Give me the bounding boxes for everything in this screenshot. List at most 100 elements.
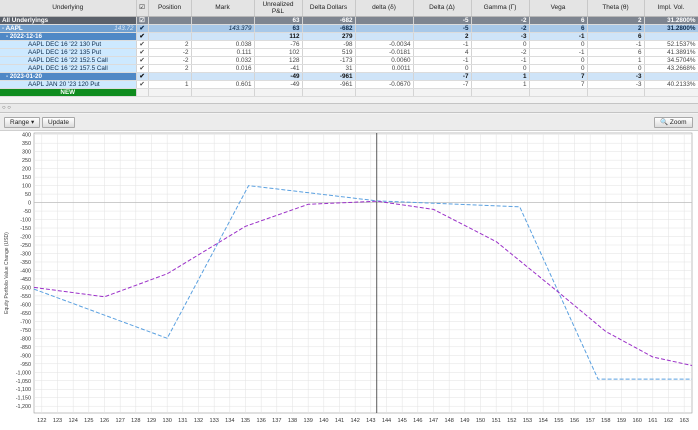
row-name-label: AAPL JAN 20 '23 120 Put <box>28 80 100 88</box>
cell-delta: -5 <box>413 16 472 25</box>
cell-vega <box>529 88 588 97</box>
x-tick-label: 143 <box>366 418 375 424</box>
x-tick-label: 134 <box>225 418 234 424</box>
cell-theta: 2 <box>587 24 645 33</box>
aapl-row[interactable]: - AAPL 143.72 ✔ 143.379 63 -682 -5 -2 6 2 31.2800% <box>0 24 698 33</box>
y-tick-label: -250 <box>20 243 31 249</box>
cell-gamma: 0 <box>471 40 530 49</box>
row-checkbox[interactable]: ✔ <box>136 48 149 57</box>
cell-iv <box>644 72 698 81</box>
cell-delta: -1 <box>413 56 472 65</box>
col-theta-header[interactable]: Theta (θ) <box>587 0 645 17</box>
zoom-button[interactable]: 🔍 Zoom <box>654 117 693 128</box>
row-checkbox[interactable]: ✔ <box>136 56 149 65</box>
row-checkbox[interactable]: ✔ <box>136 32 149 41</box>
col-delta-header[interactable]: Delta (Δ) <box>413 0 472 17</box>
cell-vega: -1 <box>529 48 588 57</box>
position-row[interactable]: AAPL DEC 16 '22 135 Put ✔ -2 0.111 102 519 -0.… <box>0 48 698 57</box>
col-delta-small-header[interactable]: delta (δ) <box>355 0 414 17</box>
y-tick-label: -450 <box>20 277 31 283</box>
cell-position <box>148 16 192 25</box>
x-tick-label: 139 <box>303 418 312 424</box>
y-tick-label: -1,100 <box>16 387 31 393</box>
positions-table: Underlying ☑ Position Mark Unrealized P&L Del… <box>0 0 698 97</box>
cell-dd: -961 <box>302 72 356 81</box>
y-tick-label: 300 <box>22 150 31 156</box>
x-tick-label: 146 <box>413 418 422 424</box>
row-name-label: AAPL DEC 16 '22 152.5 Call <box>28 56 108 64</box>
row-name-cell: AAPL JAN 20 '23 120 Put <box>0 80 137 89</box>
cell-position: -2 <box>148 48 192 57</box>
row-checkbox[interactable] <box>136 88 149 97</box>
x-tick-label: 127 <box>115 418 124 424</box>
col-mark-header[interactable]: Mark <box>191 0 255 17</box>
cell-dd: -682 <box>302 24 356 33</box>
cell-mark: 0.111 <box>191 48 255 57</box>
row-name-cell[interactable]: NEW <box>0 88 137 97</box>
exp-row[interactable]: - 2023-01-20 ✔ -49 -961 -7 1 7 -3 <box>0 72 698 81</box>
x-tick-label: 145 <box>397 418 406 424</box>
y-tick-label: 200 <box>22 167 31 173</box>
col-delta-dollars-header[interactable]: Delta Dollars <box>302 0 356 17</box>
row-name-label: - 2022-12-16 <box>6 32 43 40</box>
underlying-price-label: 143.72 <box>114 24 134 32</box>
x-tick-label: 123 <box>53 418 62 424</box>
cell-vega: 7 <box>529 72 588 81</box>
new-row[interactable]: NEW <box>0 88 698 97</box>
cell-mark: 0.016 <box>191 64 255 73</box>
position-row[interactable]: AAPL DEC 16 '22 152.5 Call ✔ -2 0.032 128 -17… <box>0 56 698 65</box>
row-name-cell: - AAPL 143.72 <box>0 24 137 33</box>
table-header-row: Underlying ☑ Position Mark Unrealized P&L Del… <box>0 0 698 17</box>
x-tick-label: 137 <box>272 418 281 424</box>
cell-delta: 0 <box>413 64 472 73</box>
col-select-header[interactable]: ☑ <box>136 0 149 17</box>
col-vega-header[interactable]: Vega <box>529 0 588 17</box>
row-checkbox[interactable]: ✔ <box>136 24 149 33</box>
col-position-header[interactable]: Position <box>148 0 192 17</box>
x-tick-label: 150 <box>476 418 485 424</box>
y-tick-label: -300 <box>20 251 31 257</box>
cell-mark: 0.038 <box>191 40 255 49</box>
cell-vega: 6 <box>529 16 588 25</box>
cell-delta-small <box>355 72 414 81</box>
cell-upl: 63 <box>254 24 303 33</box>
x-tick-label: 153 <box>523 418 532 424</box>
row-name-cell: - 2023-01-20 <box>0 72 137 81</box>
x-tick-label: 126 <box>100 418 109 424</box>
row-name-label: AAPL DEC 16 '22 130 Put <box>28 40 102 48</box>
y-axis-title: Equity Portfolio Value Change (USD) <box>4 232 10 314</box>
exp-row[interactable]: - 2022-12-16 ✔ 112 279 2 -3 -1 6 <box>0 32 698 41</box>
cell-theta: 6 <box>587 32 645 41</box>
cell-gamma: 0 <box>471 64 530 73</box>
x-tick-label: 149 <box>460 418 469 424</box>
all-row[interactable]: All Underlyings ☑ 63 -682 -5 -2 6 2 31.2800% <box>0 16 698 25</box>
cell-iv: 34.5704% <box>644 56 698 65</box>
y-tick-label: -800 <box>20 336 31 342</box>
x-tick-label: 129 <box>147 418 156 424</box>
row-checkbox[interactable]: ✔ <box>136 80 149 89</box>
row-checkbox[interactable]: ☑ <box>136 16 149 25</box>
update-button[interactable]: Update <box>42 117 75 128</box>
row-checkbox[interactable]: ✔ <box>136 72 149 81</box>
x-tick-label: 160 <box>632 418 641 424</box>
cell-dd: 279 <box>302 32 356 41</box>
row-checkbox[interactable]: ✔ <box>136 40 149 49</box>
row-name-cell: AAPL DEC 16 '22 152.5 Call <box>0 56 137 65</box>
range-dropdown-button[interactable]: Range ▾ <box>4 117 41 128</box>
col-impl-vol-header[interactable]: Impl. Vol. <box>644 0 698 17</box>
cell-dd: -98 <box>302 40 356 49</box>
pnl-chart[interactable]: 400 350 300 250 200 150 100 50 0 -50 -100 -150 -200 -… <box>0 131 698 430</box>
y-tick-label: 0 <box>28 201 31 207</box>
position-row[interactable]: AAPL JAN 20 '23 120 Put ✔ 1 0.601 -49 -961 -0.… <box>0 80 698 89</box>
position-row[interactable]: AAPL DEC 16 '22 157.5 Call ✔ 2 0.016 -41 31 0.… <box>0 64 698 73</box>
row-name-cell: AAPL DEC 16 '22 130 Put <box>0 40 137 49</box>
row-checkbox[interactable]: ✔ <box>136 64 149 73</box>
col-gamma-header[interactable]: Gamma (Γ) <box>471 0 530 17</box>
x-tick-label: 158 <box>601 418 610 424</box>
position-row[interactable]: AAPL DEC 16 '22 130 Put ✔ 2 0.038 -76 -98 -0.0… <box>0 40 698 49</box>
row-name-label: AAPL DEC 16 '22 135 Put <box>28 48 102 56</box>
col-underlying-header[interactable]: Underlying <box>0 0 137 17</box>
cell-position: 2 <box>148 40 192 49</box>
col-unrealized-pnl-header[interactable]: Unrealized P&L <box>254 0 303 17</box>
splitter[interactable]: ○ ○ <box>0 103 698 113</box>
